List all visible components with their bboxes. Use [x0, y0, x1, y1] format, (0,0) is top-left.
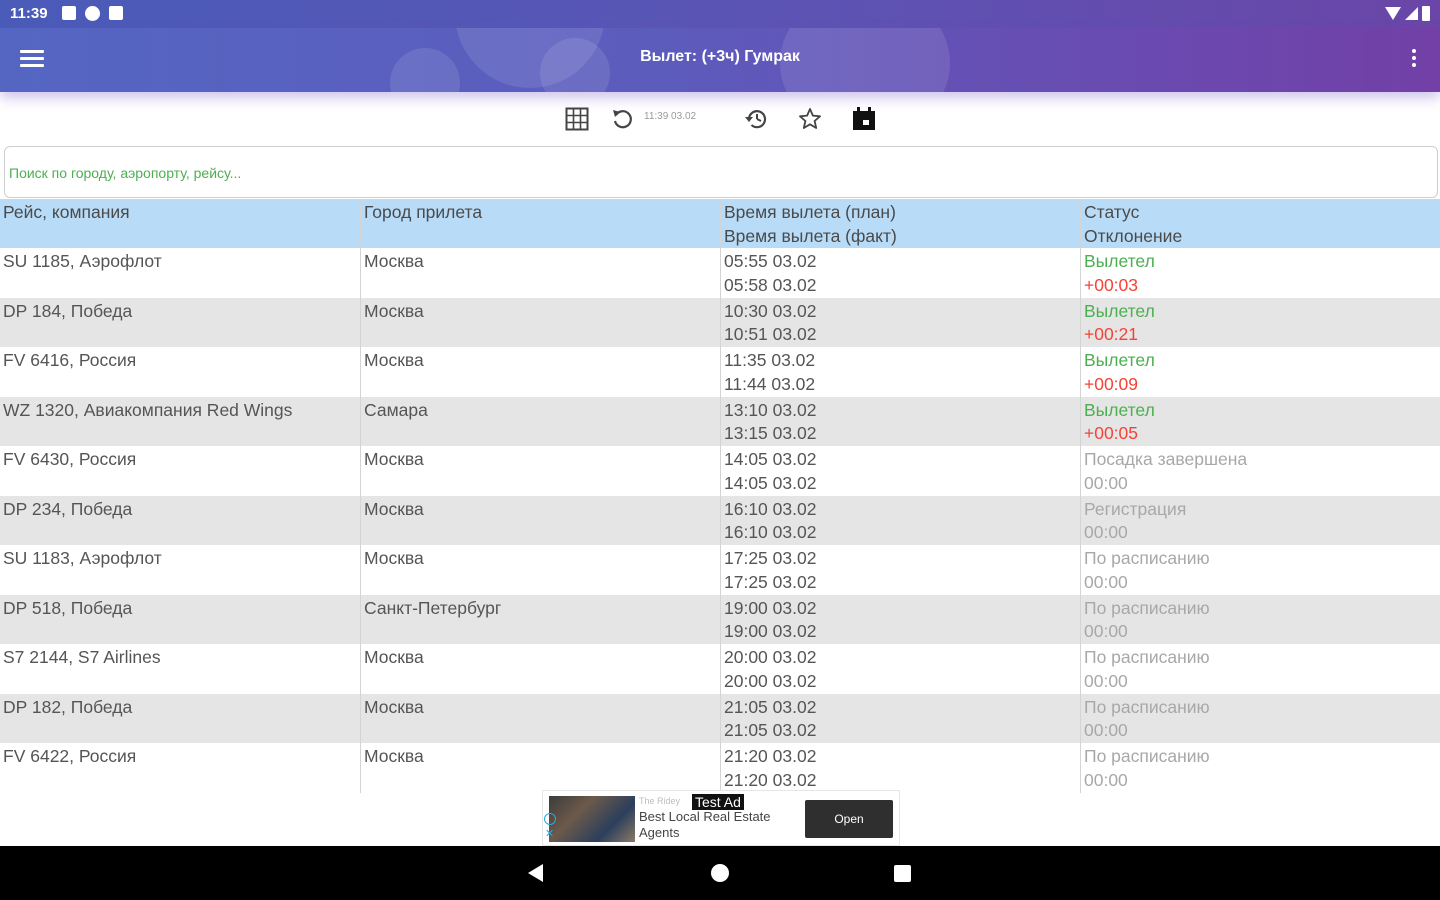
table-row[interactable]: SU 1185, Аэрофлот Москва 05:55 03.02 05:5… [0, 248, 1440, 298]
wifi-icon [1385, 7, 1401, 20]
city-cell: Москва [360, 347, 720, 397]
notification-icon [85, 6, 100, 21]
time-cell: 11:35 03.02 11:44 03.02 [720, 347, 1080, 397]
notification-icons [62, 6, 123, 21]
flight-cell: FV 6416, Россия [3, 350, 137, 370]
time-cell: 19:00 03.02 19:00 03.02 [720, 594, 1080, 644]
ad-image[interactable] [549, 796, 635, 842]
city-cell: Москва [360, 644, 720, 694]
ad-close-icon[interactable]: ✕ [545, 829, 554, 840]
signal-icon [1405, 7, 1418, 20]
ad-text[interactable]: Best Local Real Estate Agents [639, 809, 801, 841]
table-row[interactable]: WZ 1320, Авиакомпания Red Wings Самара 1… [0, 396, 1440, 446]
flights-table: Рейс, компания Город прилета Время вылет… [0, 199, 1440, 793]
flight-cell: WZ 1320, Авиакомпания Red Wings [3, 399, 293, 420]
table-row[interactable]: DP 234, Победа Москва 16:10 03.02 16:10 0… [0, 495, 1440, 545]
toolbar [0, 100, 1440, 138]
city-cell: Москва [360, 446, 720, 496]
flight-cell: FV 6422, Россия [3, 746, 137, 766]
last-update-time: 11:39 03.02 [644, 111, 697, 122]
status-cell: Регистрация 00:00 [1080, 495, 1440, 545]
status-cell: По расписанию 00:00 [1080, 594, 1440, 644]
city-cell: Самара [360, 396, 720, 446]
time-cell: 20:00 03.02 20:00 03.02 [720, 644, 1080, 694]
status-cell: Вылетел +00:03 [1080, 248, 1440, 298]
city-cell: Москва [360, 297, 720, 347]
flight-cell: SU 1183, Аэрофлот [3, 548, 162, 568]
table-row[interactable]: FV 6416, Россия Москва 11:35 03.02 11:44 … [0, 347, 1440, 397]
battery-icon [1422, 6, 1430, 21]
app-bar: Вылет: (+3ч) Гумрак [0, 28, 1440, 92]
ad-info-icon[interactable] [544, 813, 556, 825]
table-row[interactable]: DP 184, Победа Москва 10:30 03.02 10:51 0… [0, 297, 1440, 347]
time-cell: 21:20 03.02 21:20 03.02 [720, 743, 1080, 793]
flight-cell: DP 184, Победа [3, 300, 133, 321]
status-cell: Посадка завершена 00:00 [1080, 446, 1440, 496]
time-cell: 13:10 03.02 13:15 03.02 [720, 396, 1080, 446]
header-city[interactable]: Город прилета [360, 199, 720, 248]
ad-open-button[interactable]: Open [805, 800, 893, 838]
header-flight[interactable]: Рейс, компания [0, 199, 360, 248]
table-row[interactable]: DP 518, Победа Санкт-Петербург 19:00 03.… [0, 594, 1440, 644]
table-row[interactable]: SU 1183, Аэрофлот Москва 17:25 03.02 17:2… [0, 545, 1440, 595]
time-cell: 21:05 03.02 21:05 03.02 [720, 693, 1080, 743]
table-row[interactable]: S7 2144, S7 Airlines Москва 20:00 03.02 2… [0, 644, 1440, 694]
flight-cell: DP 234, Победа [3, 498, 133, 519]
system-nav-bar [0, 846, 1440, 900]
status-cell: По расписанию 00:00 [1080, 743, 1440, 793]
sd-card-icon [109, 6, 123, 20]
table-row[interactable]: FV 6422, Россия Москва 21:20 03.02 21:20 … [0, 743, 1440, 793]
history-icon[interactable] [742, 104, 772, 134]
table-row[interactable]: DP 182, Победа Москва 21:05 03.02 21:05 0… [0, 693, 1440, 743]
status-bar: 11:39 [0, 0, 1440, 28]
status-time: 11:39 [10, 5, 48, 22]
status-cell: Вылетел +00:09 [1080, 347, 1440, 397]
time-cell: 14:05 03.02 14:05 03.02 [720, 446, 1080, 496]
city-cell: Москва [360, 693, 720, 743]
status-cell: По расписанию 00:00 [1080, 545, 1440, 595]
time-cell: 10:30 03.02 10:51 03.02 [720, 297, 1080, 347]
time-cell: 05:55 03.02 05:58 03.02 [720, 248, 1080, 298]
system-icons [1385, 6, 1430, 21]
recents-icon[interactable] [894, 865, 911, 882]
notification-icon [62, 6, 76, 20]
table-header: Рейс, компания Город прилета Время вылет… [0, 199, 1440, 248]
star-icon[interactable] [796, 104, 824, 134]
page-title: Вылет: (+3ч) Гумрак [640, 48, 800, 65]
back-icon[interactable] [528, 864, 543, 882]
calendar-icon[interactable] [849, 104, 879, 134]
city-cell: Москва [360, 495, 720, 545]
refresh-icon[interactable] [608, 104, 636, 134]
ad-brand: The Ridey [639, 796, 681, 806]
table-row[interactable]: FV 6430, Россия Москва 14:05 03.02 14:05 … [0, 446, 1440, 496]
flight-cell: FV 6430, Россия [3, 449, 137, 469]
flight-cell: S7 2144, S7 Airlines [3, 647, 161, 667]
header-status[interactable]: Статус Отклонение [1080, 199, 1440, 248]
status-cell: По расписанию 00:00 [1080, 644, 1440, 694]
search-input[interactable] [9, 161, 1409, 185]
ad-banner[interactable]: ✕ The Ridey Test Ad Best Local Real Esta… [542, 790, 900, 846]
status-cell: Вылетел +00:21 [1080, 297, 1440, 347]
more-options-icon[interactable] [1410, 49, 1418, 71]
flight-cell: SU 1185, Аэрофлот [3, 251, 162, 271]
status-cell: По расписанию 00:00 [1080, 693, 1440, 743]
city-cell: Санкт-Петербург [360, 594, 720, 644]
city-cell: Москва [360, 545, 720, 595]
flight-cell: DP 518, Победа [3, 597, 133, 618]
city-cell: Москва [360, 248, 720, 298]
home-icon[interactable] [711, 864, 729, 882]
header-time[interactable]: Время вылета (план) Время вылета (факт) [720, 199, 1080, 248]
time-cell: 17:25 03.02 17:25 03.02 [720, 545, 1080, 595]
grid-icon[interactable] [563, 104, 591, 134]
time-cell: 16:10 03.02 16:10 03.02 [720, 495, 1080, 545]
status-cell: Вылетел +00:05 [1080, 396, 1440, 446]
flight-cell: DP 182, Победа [3, 696, 133, 717]
city-cell: Москва [360, 743, 720, 793]
search-box [4, 146, 1438, 198]
